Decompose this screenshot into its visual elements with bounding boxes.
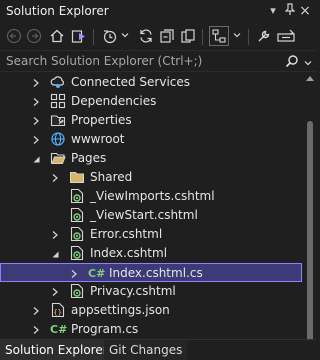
close-button[interactable]: × — [298, 3, 312, 19]
tree-item-label: _ViewStart.cshtml — [90, 208, 198, 222]
switch-views-button[interactable] — [69, 26, 89, 46]
tree-item[interactable]: _ViewStart.cshtml — [0, 206, 302, 225]
collapsed-arrow-icon[interactable] — [50, 229, 60, 239]
sync-icon — [140, 29, 152, 43]
tree-hierarchy-icon — [212, 29, 226, 43]
dependencies-icon — [50, 93, 66, 109]
razor-file-icon — [69, 188, 85, 204]
tree-item[interactable]: Properties — [0, 111, 302, 130]
csharp-file-icon: C# — [50, 321, 67, 337]
tree-item-label: wwwroot — [71, 132, 125, 146]
sync-button[interactable] — [136, 26, 156, 46]
tree-item-label: Index.cshtml — [90, 246, 168, 260]
svg-text:C#: C# — [88, 267, 105, 280]
expanded-arrow-icon[interactable] — [31, 153, 41, 163]
csharp-file-icon: C# — [88, 265, 105, 281]
chevron-down-icon[interactable] — [233, 31, 241, 39]
tree-item-label: Properties — [71, 113, 132, 127]
tree-item-label: Shared — [90, 170, 133, 184]
tree-item[interactable]: Shared — [0, 168, 302, 187]
preview-selected-items-button[interactable] — [275, 26, 299, 46]
tab-git-changes[interactable]: Git Changes — [104, 340, 188, 360]
collapse-all-icon — [160, 29, 174, 43]
tree-item[interactable]: Index.cshtml — [0, 244, 302, 263]
tree-item[interactable]: C# Index.cshtml.cs — [0, 263, 302, 282]
preview-icon — [277, 29, 295, 42]
wrench-icon — [258, 30, 270, 42]
collapsed-arrow-icon[interactable] — [31, 96, 41, 106]
back-arrow-icon — [6, 28, 22, 44]
expanded-arrow-icon[interactable] — [50, 248, 60, 258]
pin-icon — [284, 3, 296, 15]
tracking-button[interactable] — [209, 26, 229, 46]
collapsed-arrow-icon[interactable] — [31, 134, 41, 144]
collapsed-arrow-icon[interactable] — [69, 268, 79, 278]
tree-item-label: Privacy.cshtml — [90, 284, 176, 298]
forward-arrow-icon — [26, 28, 42, 44]
pin-button[interactable] — [283, 3, 297, 19]
tree-item[interactable]: wwwroot — [0, 130, 302, 149]
back-button[interactable] — [4, 26, 24, 46]
globe-icon — [50, 131, 66, 147]
folder-open-icon — [50, 150, 66, 166]
collapsed-arrow-icon[interactable] — [31, 324, 41, 334]
json-file-icon: {} — [50, 302, 66, 318]
collapsed-arrow-icon[interactable] — [50, 286, 60, 296]
scrollbar-thumb[interactable] — [307, 121, 313, 341]
chevron-down-icon[interactable] — [121, 31, 129, 39]
home-icon — [50, 29, 64, 43]
tree-item-label: Pages — [71, 151, 107, 165]
toolbar — [0, 23, 316, 49]
svg-text:{}: {} — [54, 309, 62, 317]
switch-views-icon — [71, 30, 85, 43]
window-options-dropdown[interactable]: ▾ — [266, 3, 280, 19]
tree-item[interactable]: Error.cshtml — [0, 225, 302, 244]
search-box[interactable]: Search Solution Explorer (Ctrl+;) — [0, 50, 316, 72]
tree-item[interactable]: {} appsettings.json — [0, 301, 302, 320]
show-all-files-button[interactable] — [178, 26, 198, 46]
razor-file-icon — [69, 226, 85, 242]
collapse-all-button[interactable] — [157, 26, 177, 46]
collapsed-arrow-icon[interactable] — [31, 305, 41, 315]
svg-text:C#: C# — [50, 323, 67, 336]
tree-item-label: Dependencies — [71, 94, 157, 108]
copy-icon — [181, 29, 195, 43]
tree-item-label: appsettings.json — [71, 303, 170, 317]
tree-item-label: _ViewImports.cshtml — [90, 189, 215, 203]
folder-icon — [69, 169, 85, 185]
tree-item[interactable]: C# Program.cs — [0, 320, 302, 338]
forward-button[interactable] — [24, 26, 44, 46]
tab-solution-explorer[interactable]: Solution Explorer — [0, 340, 113, 360]
collapsed-arrow-icon[interactable] — [31, 77, 41, 87]
tree-item[interactable]: Privacy.cshtml — [0, 282, 302, 301]
connected-services-icon — [50, 74, 66, 90]
razor-file-icon — [69, 245, 85, 261]
search-options-dropdown-icon[interactable] — [304, 59, 312, 67]
vertical-scrollbar[interactable] — [303, 73, 316, 341]
home-button[interactable] — [47, 26, 67, 46]
tree-item-label: Error.cshtml — [90, 227, 163, 241]
tab-strip: Solution Explorer Git Changes — [0, 339, 316, 360]
solution-tree: Connected Services Dependencies Properties… — [0, 73, 302, 338]
scroll-up-icon — [306, 76, 314, 81]
tree-item[interactable]: _ViewImports.cshtml — [0, 187, 302, 206]
tree-item[interactable]: Dependencies — [0, 92, 302, 111]
search-icon[interactable] — [285, 54, 299, 68]
clock-icon — [103, 30, 117, 44]
pending-changes-filter-button[interactable] — [100, 26, 120, 46]
tree-item-label: Connected Services — [71, 75, 191, 89]
properties-icon — [50, 112, 66, 128]
search-input[interactable]: Search Solution Explorer (Ctrl+;) — [6, 54, 202, 68]
razor-file-icon — [69, 207, 85, 223]
tree-item-label: Program.cs — [71, 322, 139, 336]
title-bar: Solution Explorer ▾ × — [0, 0, 316, 22]
tree-item[interactable]: Connected Services — [0, 73, 302, 92]
tree-item[interactable]: Pages — [0, 149, 302, 168]
razor-file-icon — [69, 283, 85, 299]
collapsed-arrow-icon[interactable] — [31, 115, 41, 125]
collapsed-arrow-icon[interactable] — [50, 172, 60, 182]
tree-item-label: Index.cshtml.cs — [109, 266, 203, 280]
window-title: Solution Explorer — [6, 4, 109, 18]
properties-button[interactable] — [254, 26, 274, 46]
